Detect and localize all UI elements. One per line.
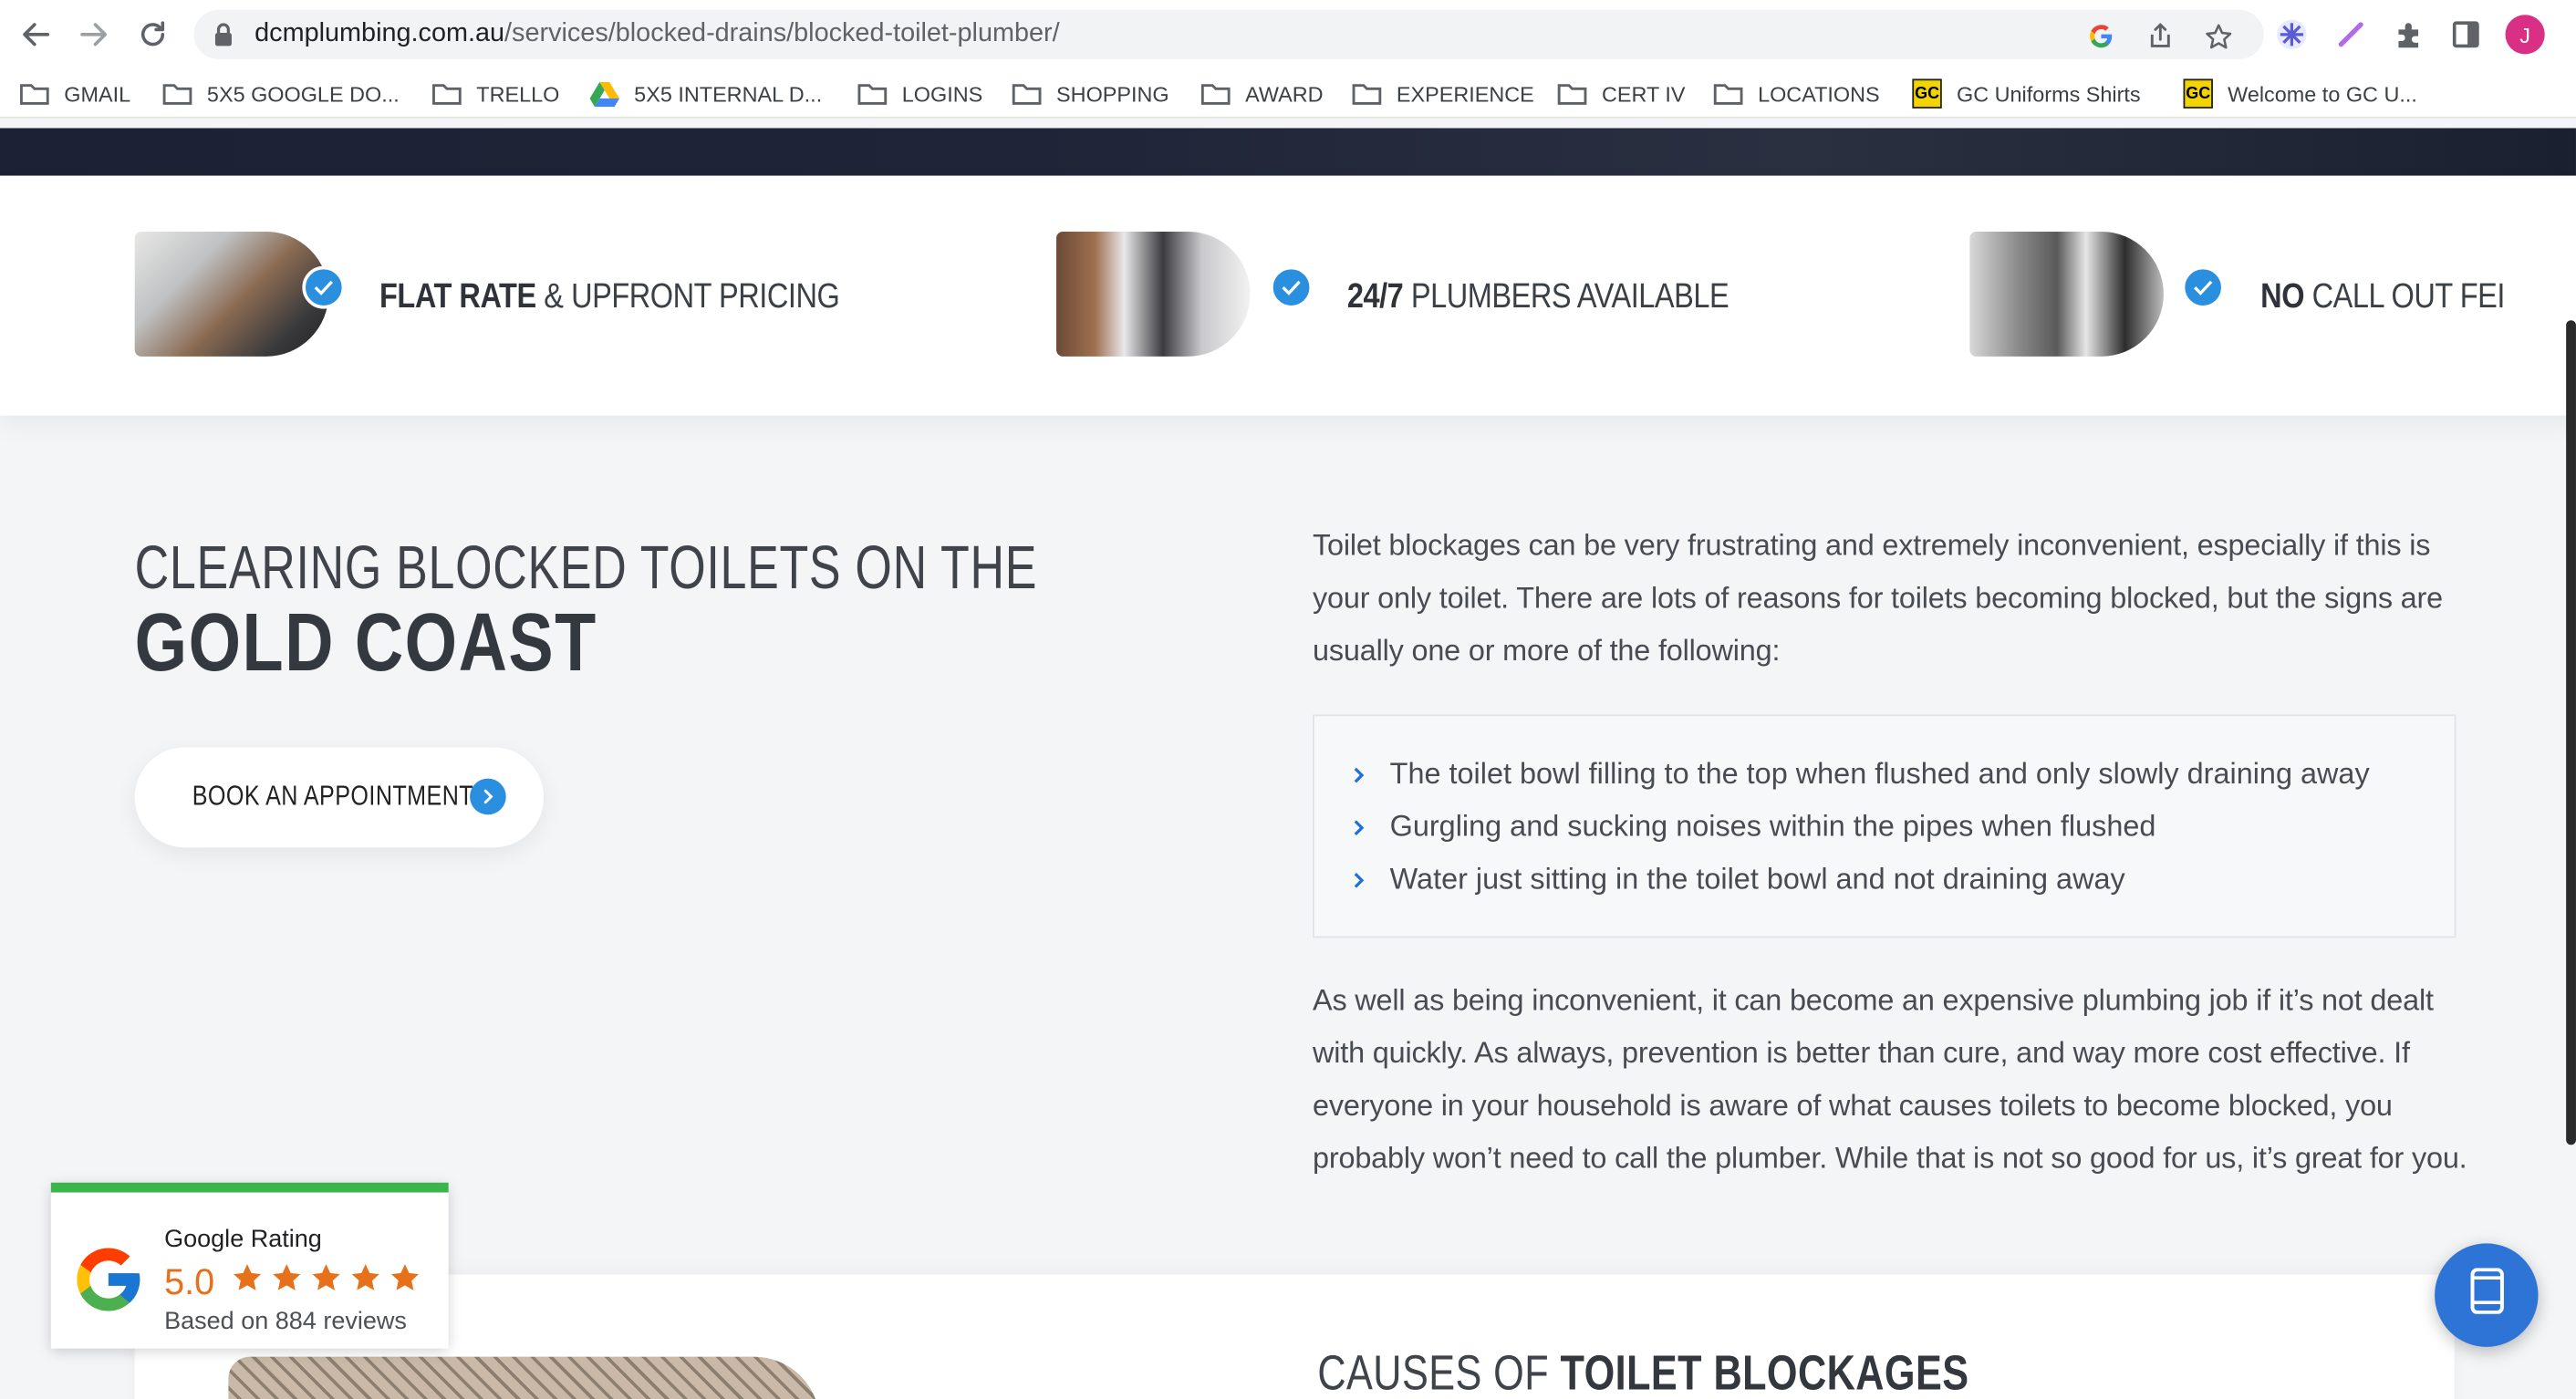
google-g-logo-icon xyxy=(70,1242,146,1326)
forward-arrow-icon[interactable] xyxy=(74,15,113,54)
folder-icon xyxy=(1200,82,1231,105)
extension-puzzle-spark-icon[interactable] xyxy=(2274,16,2311,53)
folder-icon xyxy=(1012,82,1042,105)
bookmark-logins[interactable]: LOGINS xyxy=(857,78,982,108)
intro-paragraph: Toilet blockages can be very frustrating… xyxy=(1312,528,2444,668)
section-heading-line2: GOLD COAST xyxy=(134,596,597,689)
star-icon xyxy=(390,1264,419,1290)
rating-stars xyxy=(230,1261,422,1294)
google-drive-icon xyxy=(589,80,619,108)
folder-icon xyxy=(432,82,462,105)
bookmark-trello[interactable]: TRELLO xyxy=(432,78,559,108)
bookmark-5x5-internal[interactable]: 5X5 INTERNAL D... xyxy=(589,78,822,108)
rating-title: Google Rating xyxy=(164,1225,322,1254)
bookmark-shopping[interactable]: SHOPPING xyxy=(1012,78,1169,108)
folder-icon xyxy=(1557,82,1587,105)
url-text[interactable]: dcmplumbing.com.au/services/blocked-drai… xyxy=(254,20,1059,49)
lock-icon[interactable] xyxy=(213,21,234,56)
star-icon xyxy=(312,1264,340,1290)
feature-text-pricing: FLAT RATE & UPFRONT PRICING xyxy=(379,277,840,316)
bookmarks-bar: GMAIL 5X5 GOOGLE DO... TRELLO 5X5 INTERN… xyxy=(0,68,2576,119)
chevron-right-icon xyxy=(1350,764,1389,784)
folder-icon xyxy=(1352,82,1382,105)
extensions-puzzle-icon[interactable] xyxy=(2390,16,2426,53)
list-item: Water just sitting in the toilet bowl an… xyxy=(1350,863,2125,897)
gc-favicon: GC xyxy=(2183,78,2213,109)
feature-text-247: 24/7 PLUMBERS AVAILABLE xyxy=(1346,277,1729,316)
causes-heading: CAUSES OF TOILET BLOCKAGES xyxy=(1317,1346,1969,1399)
bookmark-experience[interactable]: EXPERIENCE xyxy=(1352,78,1534,108)
google-icon[interactable] xyxy=(2086,21,2115,50)
check-icon xyxy=(1270,265,1313,309)
list-item: The toilet bowl filling to the top when … xyxy=(1350,757,2370,792)
toilet-tiles-image xyxy=(228,1356,820,1399)
bookmark-locations[interactable]: LOCATIONS xyxy=(1713,78,1880,108)
star-icon xyxy=(234,1264,262,1290)
folder-icon xyxy=(19,82,49,105)
rating-score: 5.0 xyxy=(164,1261,215,1303)
feature-image-plumbers xyxy=(1056,231,1251,357)
folder-icon xyxy=(1713,82,1743,105)
hero-image-strip xyxy=(0,128,2576,176)
features-bar: FLAT RATE & UPFRONT PRICING 24/7 PLUMBER… xyxy=(0,175,2576,416)
list-item: Gurgling and sucking noises within the p… xyxy=(1350,810,2155,845)
back-arrow-icon[interactable] xyxy=(16,15,56,54)
bookmark-cert-iv[interactable]: CERT IV xyxy=(1557,78,1686,108)
rating-review-count: Based on 884 reviews xyxy=(164,1307,407,1336)
folder-icon xyxy=(162,82,192,105)
bookmark-gmail[interactable]: GMAIL xyxy=(19,78,130,108)
check-icon xyxy=(302,265,346,309)
feature-text-callout: NO CALL OUT FEI xyxy=(2260,277,2505,316)
bookmark-welcome-gc[interactable]: GC Welcome to GC U... xyxy=(2183,78,2417,109)
signs-list: The toilet bowl filling to the top when … xyxy=(1312,714,2457,938)
page-scrollbar[interactable] xyxy=(2566,320,2576,1145)
star-icon xyxy=(351,1264,379,1290)
chevron-right-icon xyxy=(470,778,506,815)
bookmark-5x5-google-docs[interactable]: 5X5 GOOGLE DO... xyxy=(162,78,400,108)
mobile-phone-icon xyxy=(2468,1268,2505,1321)
book-appointment-button[interactable]: BOOK AN APPOINTMENT xyxy=(134,747,545,848)
bookmark-star-icon[interactable] xyxy=(2203,21,2232,50)
browser-window: dcmplumbing.com.au/services/blocked-drai… xyxy=(0,0,2576,1399)
feature-image-pricing xyxy=(134,231,329,357)
book-appointment-label: BOOK AN APPOINTMENT xyxy=(192,780,474,812)
bookmark-gc-uniforms[interactable]: GC GC Uniforms Shirts xyxy=(1912,78,2141,109)
outro-paragraph: As well as being inconvenient, it can be… xyxy=(1312,983,2467,1175)
google-rating-badge[interactable]: Google Rating 5.0 Based on 884 reviews xyxy=(50,1182,449,1349)
feature-image-callout xyxy=(1969,231,2164,357)
chevron-right-icon xyxy=(1350,817,1389,837)
reload-icon[interactable] xyxy=(133,15,172,54)
check-icon xyxy=(2181,265,2225,309)
share-icon[interactable] xyxy=(2145,21,2175,50)
address-bar[interactable]: dcmplumbing.com.au/services/blocked-drai… xyxy=(193,9,2264,59)
star-icon xyxy=(273,1264,301,1290)
folder-icon xyxy=(857,82,888,105)
chevron-right-icon xyxy=(1350,870,1389,890)
browser-toolbar: dcmplumbing.com.au/services/blocked-drai… xyxy=(0,0,2576,69)
profile-avatar[interactable]: J xyxy=(2505,15,2545,55)
section-heading-line1: CLEARING BLOCKED TOILETS ON THE xyxy=(134,534,1038,602)
gc-favicon: GC xyxy=(1912,78,1942,109)
pen-extension-icon[interactable] xyxy=(2332,16,2369,53)
side-panel-icon[interactable] xyxy=(2447,16,2484,53)
call-phone-button[interactable] xyxy=(2435,1243,2539,1347)
bookmark-award[interactable]: AWARD xyxy=(1200,78,1324,108)
